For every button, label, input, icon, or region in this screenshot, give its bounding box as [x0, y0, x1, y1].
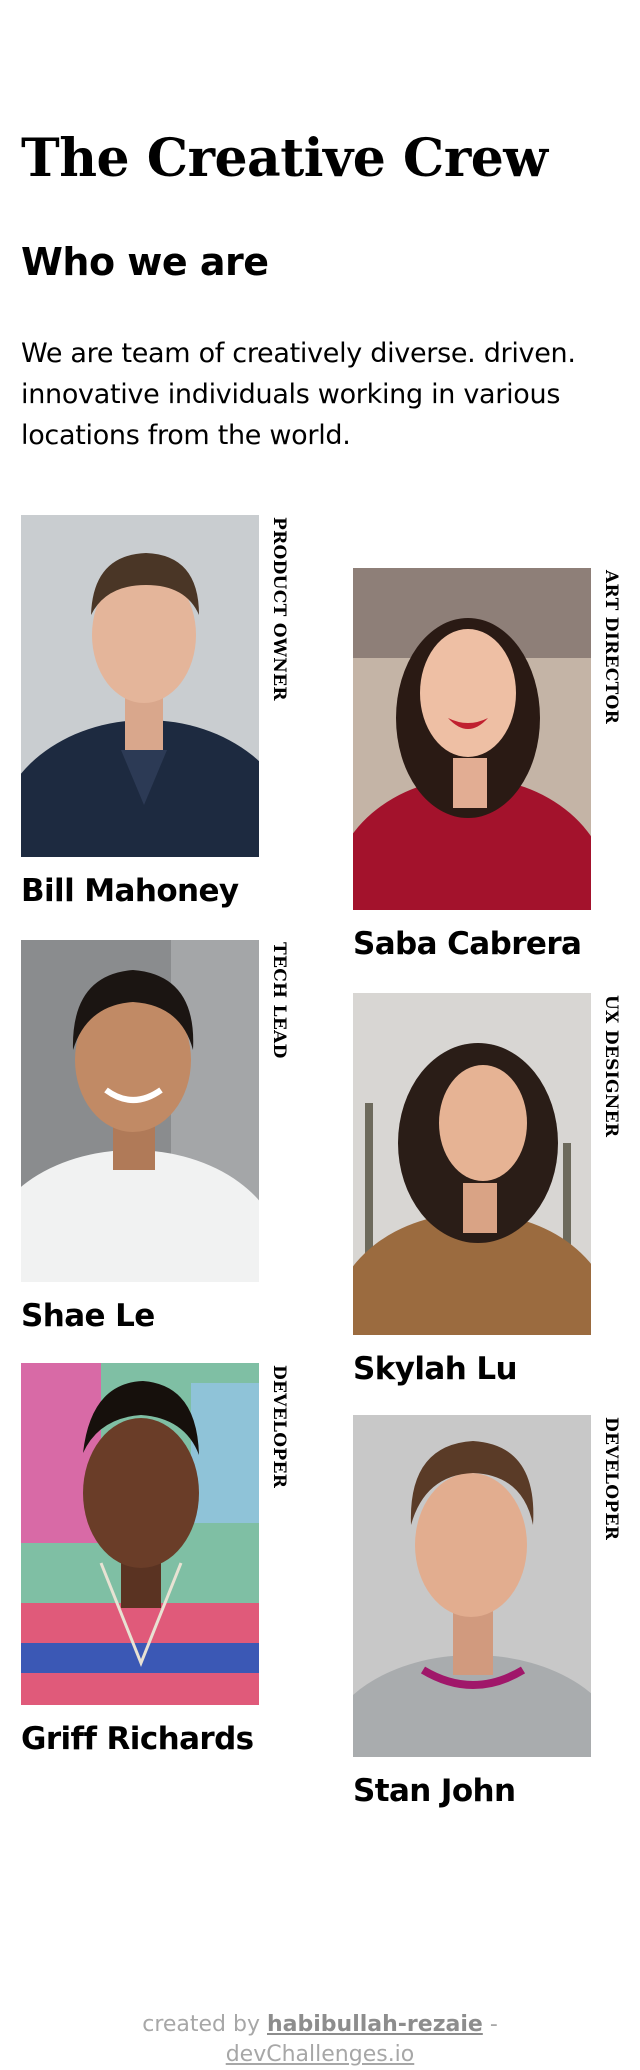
page-title: The Creative Crew [21, 128, 548, 189]
member-photo [353, 993, 591, 1335]
member-name: Saba Cabrera [353, 926, 582, 962]
author-link[interactable]: habibullah-rezaie [267, 2012, 483, 2037]
member-role: PRODUCT OWNER [269, 517, 289, 701]
member-role: TECH LEAD [269, 942, 289, 1059]
member-name: Bill Mahoney [21, 873, 239, 909]
member-photo [353, 568, 591, 910]
devchallenges-link[interactable]: devChallenges.io [226, 2042, 415, 2067]
member-role: DEVELOPER [269, 1365, 289, 1489]
member-role: DEVELOPER [601, 1417, 621, 1541]
member-name: Shae Le [21, 1298, 155, 1334]
member-photo [21, 1363, 259, 1705]
intro-paragraph: We are team of creatively diverse. drive… [21, 338, 576, 451]
member-name: Stan John [353, 1773, 516, 1809]
member-role: UX DESIGNER [601, 995, 621, 1138]
member-role: ART DIRECTOR [601, 570, 621, 725]
member-photo [353, 1415, 591, 1757]
member-name: Skylah Lu [353, 1351, 518, 1387]
member-photo [21, 515, 259, 857]
member-name: Griff Richards [21, 1721, 254, 1757]
footer-credit: created by habibullah-rezaie - devChalle… [0, 2010, 640, 2070]
section-heading: Who we are [21, 240, 269, 284]
footer-prefix: created by [142, 2012, 260, 2037]
member-photo [21, 940, 259, 1282]
footer-separator: - [489, 2012, 498, 2037]
